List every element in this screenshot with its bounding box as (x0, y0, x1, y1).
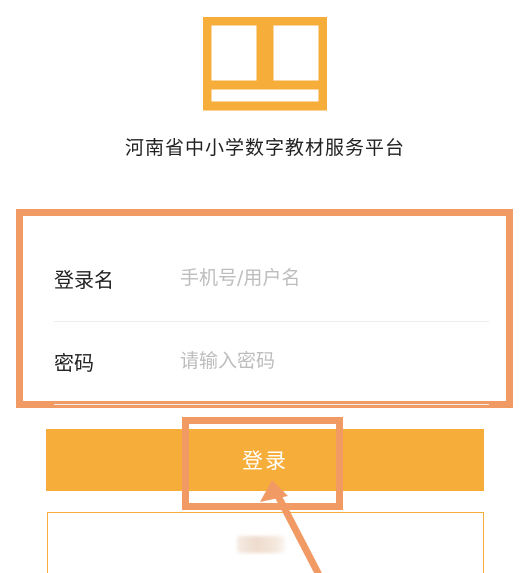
login-button[interactable]: 登录 (46, 429, 484, 491)
username-input[interactable] (180, 261, 480, 295)
open-book-icon (203, 17, 327, 111)
username-label: 登录名 (54, 268, 114, 292)
password-label: 密码 (54, 351, 94, 375)
username-row: 登录名 (54, 243, 489, 322)
password-row: 密码 (54, 326, 489, 405)
app-title: 河南省中小学数字教材服务平台 (124, 137, 405, 159)
login-page: 河南省中小学数字教材服务平台 登录名 密码 登录 (0, 0, 520, 573)
login-form: 登录名 密码 (16, 209, 513, 408)
password-input[interactable] (180, 344, 480, 378)
blurred-label (237, 536, 285, 553)
